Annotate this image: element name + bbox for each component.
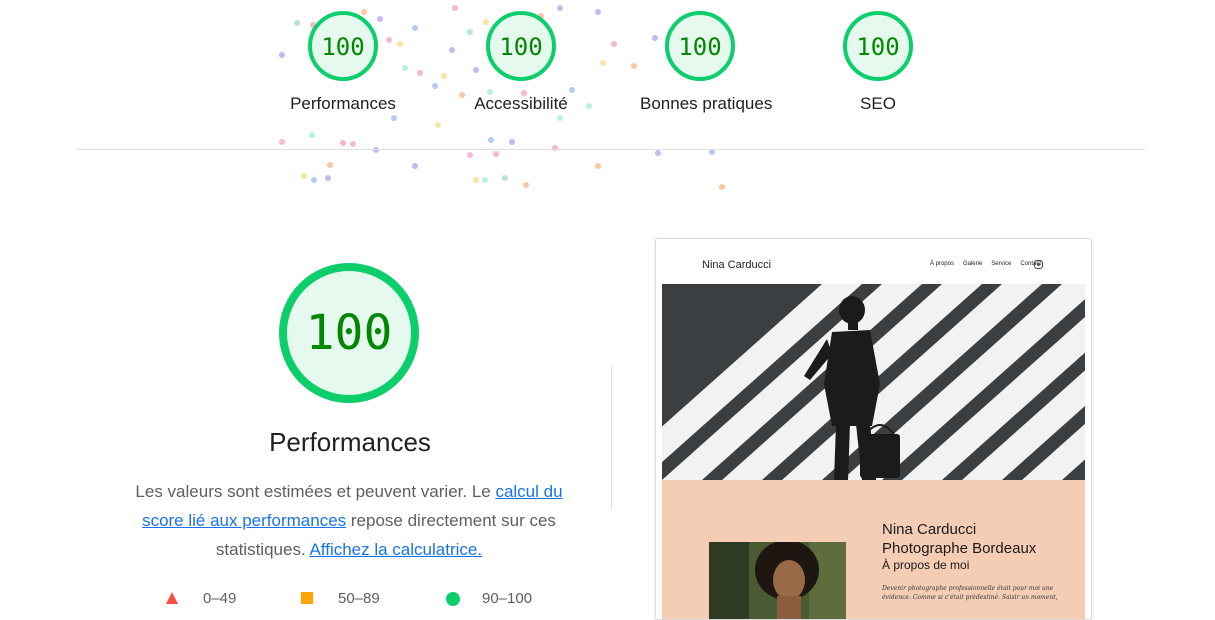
crosswalk-photo: [662, 284, 1085, 480]
svg-text:100: 100: [306, 305, 393, 361]
gauge-seo[interactable]: 100 SEO: [818, 10, 938, 114]
gauge-label: Performances: [290, 94, 396, 113]
site-header: Nina Carducci À propos Galerie Service C…: [656, 239, 1091, 284]
portrait-photo: [709, 542, 846, 619]
legend-label-fail: 0–49: [203, 590, 237, 607]
description-text: Les valeurs sont estimées et peuvent var…: [135, 482, 496, 501]
performance-description: Les valeurs sont estimées et peuvent var…: [118, 477, 580, 564]
instagram-icon: [1034, 260, 1043, 269]
score-gauge-icon: 100: [665, 11, 735, 81]
fail-triangle-icon: [166, 592, 178, 604]
performance-score-gauge: 100: [279, 263, 419, 403]
pass-circle-icon: [446, 592, 460, 606]
legend-label-average: 50–89: [338, 590, 380, 607]
site-brand: Nina Carducci: [702, 259, 772, 271]
site-nav: À propos Galerie Service Contact: [930, 261, 1041, 267]
nav-item-about: À propos: [929, 261, 954, 267]
gauge-label: SEO: [860, 94, 896, 113]
score-gauge-icon: 100: [486, 11, 556, 81]
nav-item-gallery: Galerie: [962, 261, 983, 267]
confetti-decoration: [279, 5, 725, 190]
legend-label-pass: 90–100: [482, 590, 533, 607]
average-square-icon: [301, 592, 313, 604]
svg-text:100: 100: [678, 33, 721, 61]
about-heading: Nina Carducci Photographe Bordeaux: [882, 520, 1036, 558]
calculator-link[interactable]: Affichez la calculatrice.: [309, 540, 482, 559]
score-gauge-icon: 100: [308, 11, 378, 81]
about-name-line2: Photographe Bordeaux: [882, 540, 1037, 557]
about-text: Devenir photographe professionnelle étai…: [882, 585, 1058, 601]
about-name-line1: Nina Carducci: [882, 521, 977, 538]
hero-image: [662, 284, 1085, 480]
performance-title: Performances: [269, 427, 431, 457]
gauge-performances[interactable]: 100 Performances: [283, 10, 403, 114]
section-divider: [611, 365, 612, 510]
svg-text:100: 100: [856, 33, 899, 61]
svg-text:100: 100: [499, 33, 542, 61]
about-section: Nina Carducci Photographe Bordeaux À pro…: [662, 480, 1085, 619]
svg-text:100: 100: [321, 33, 364, 61]
page-screenshot-thumbnail[interactable]: Nina Carducci À propos Galerie Service C…: [655, 238, 1092, 620]
score-gauge-icon: 100: [843, 11, 913, 81]
summary-divider: [77, 149, 1145, 150]
gauge-label: Bonnes pratiques: [640, 94, 773, 113]
nav-item-service: Service: [991, 261, 1012, 267]
gauge-accessibility[interactable]: 100 Accessibilité: [461, 10, 581, 114]
gauge-label: Accessibilité: [474, 94, 568, 113]
gauge-best-practices[interactable]: 100 Bonnes pratiques: [640, 10, 773, 114]
about-subheading: À propos de moi: [882, 558, 970, 572]
